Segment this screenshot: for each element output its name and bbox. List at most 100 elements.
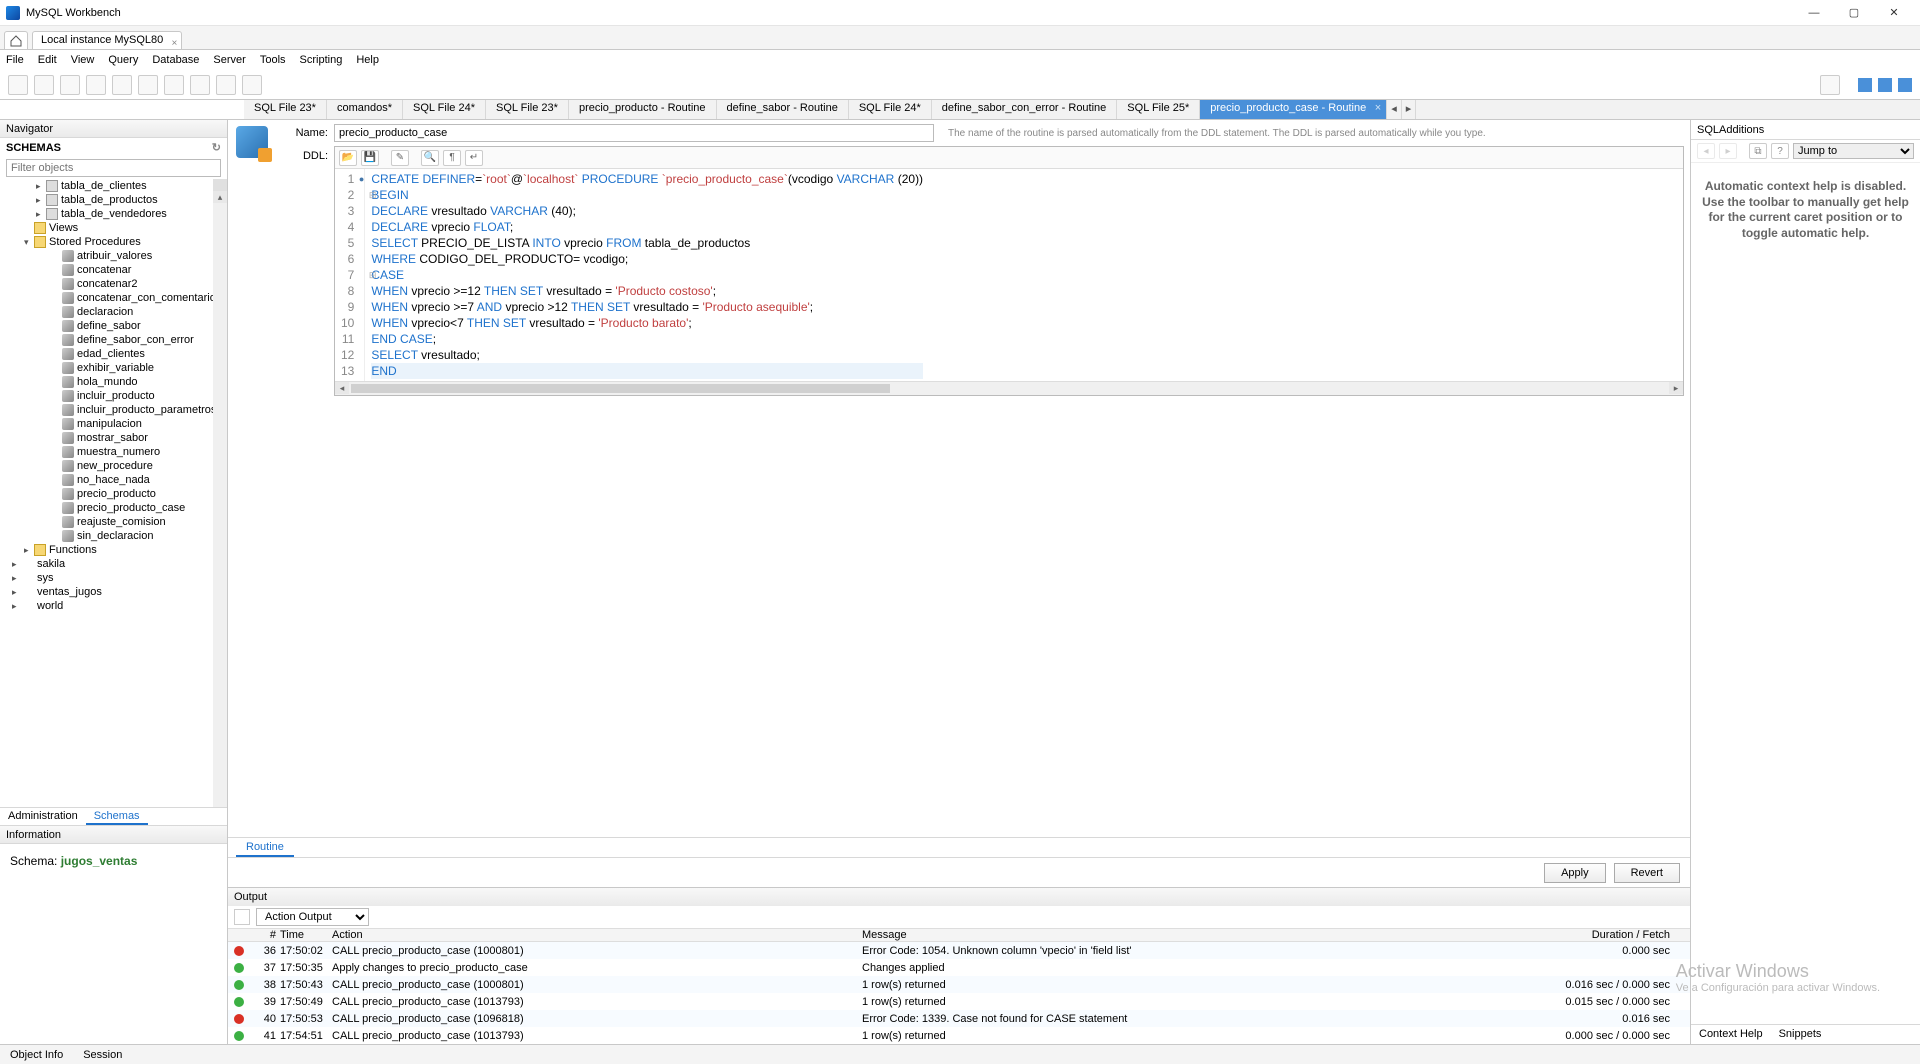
code-line[interactable]: BEGIN (371, 187, 923, 203)
tree-procedure[interactable]: edad_clientes (2, 347, 227, 361)
apply-button[interactable]: Apply (1544, 863, 1606, 883)
wrap-icon[interactable]: ↵ (465, 150, 483, 166)
invisible-chars-icon[interactable]: ¶ (443, 150, 461, 166)
editor-tab[interactable]: SQL File 23* (244, 100, 327, 119)
tree-procedure[interactable]: concatenar (2, 263, 227, 277)
minimize-button[interactable]: — (1794, 0, 1834, 26)
tree-procedure[interactable]: muestra_numero (2, 445, 227, 459)
tree-schema[interactable]: ▸sakila (2, 557, 227, 571)
menu-scripting[interactable]: Scripting (300, 54, 343, 66)
output-row[interactable]: 40 17:50:53 CALL precio_producto_case (1… (228, 1010, 1690, 1027)
reconnect-button[interactable] (242, 75, 262, 95)
open-file-icon[interactable]: 📂 (339, 150, 357, 166)
tree-procedure[interactable]: atribuir_valores (2, 249, 227, 263)
output-row[interactable]: 41 17:54:51 CALL precio_producto_case (1… (228, 1027, 1690, 1044)
create-table-button[interactable] (112, 75, 132, 95)
menu-edit[interactable]: Edit (38, 54, 57, 66)
tab-session[interactable]: Session (73, 1049, 132, 1061)
tab-nav-arrow[interactable]: ◂ (1387, 100, 1402, 119)
code-line[interactable]: DECLARE vprecio FLOAT; (371, 219, 923, 235)
code-line[interactable]: END CASE; (371, 331, 923, 347)
code-line[interactable]: CASE (371, 267, 923, 283)
tree-procedure[interactable]: define_sabor_con_error (2, 333, 227, 347)
output-row[interactable]: 38 17:50:43 CALL precio_producto_case (1… (228, 976, 1690, 993)
editor-tab[interactable]: comandos* (327, 100, 403, 119)
tree-procedure[interactable]: sin_declaracion (2, 529, 227, 543)
code-line[interactable]: WHEN vprecio >=7 AND vprecio >12 THEN SE… (371, 299, 923, 315)
tab-routine[interactable]: Routine (236, 839, 294, 857)
nav-back-icon[interactable]: ◂ (1697, 143, 1715, 159)
tab-administration[interactable]: Administration (0, 808, 86, 825)
output-type-select[interactable]: Action Output (256, 908, 369, 926)
tree-procedure[interactable]: hola_mundo (2, 375, 227, 389)
code-line[interactable]: END (371, 363, 923, 379)
create-function-button[interactable] (190, 75, 210, 95)
editor-tab[interactable]: precio_producto_case - Routine× (1200, 100, 1387, 119)
editor-tab[interactable]: SQL File 24* (849, 100, 932, 119)
routine-name-input[interactable] (334, 124, 934, 142)
close-button[interactable]: ✕ (1874, 0, 1914, 26)
inspector-button[interactable] (60, 75, 80, 95)
tree-procedure[interactable]: concatenar_con_comentarios (2, 291, 227, 305)
editor-tab[interactable]: SQL File 25* (1117, 100, 1200, 119)
menu-database[interactable]: Database (152, 54, 199, 66)
connection-tab[interactable]: Local instance MySQL80 × (32, 31, 182, 49)
tree-schema[interactable]: ▸sys (2, 571, 227, 585)
editor-tab[interactable]: precio_producto - Routine (569, 100, 717, 119)
help-icon[interactable]: ? (1771, 143, 1789, 159)
tree-stored-procedures[interactable]: ▾Stored Procedures (2, 235, 227, 249)
tab-schemas[interactable]: Schemas (86, 808, 148, 825)
tree-procedure[interactable]: mostrar_sabor (2, 431, 227, 445)
tree-table[interactable]: ▸tabla_de_clientes (2, 179, 227, 193)
close-icon[interactable]: × (171, 35, 177, 52)
beautify-icon[interactable]: ✎ (391, 150, 409, 166)
tree-table[interactable]: ▸tabla_de_productos (2, 193, 227, 207)
code-line[interactable]: DECLARE vresultado VARCHAR (40); (371, 203, 923, 219)
maximize-button[interactable]: ▢ (1834, 0, 1874, 26)
menu-file[interactable]: File (6, 54, 24, 66)
tree-views[interactable]: Views (2, 221, 227, 235)
save-file-icon[interactable]: 💾 (361, 150, 379, 166)
create-procedure-button[interactable] (164, 75, 184, 95)
toggle-left-panel[interactable] (1858, 78, 1872, 92)
tree-procedure[interactable]: precio_producto_case (2, 501, 227, 515)
output-row[interactable]: 39 17:50:49 CALL precio_producto_case (1… (228, 993, 1690, 1010)
editor-tab[interactable]: define_sabor - Routine (717, 100, 849, 119)
search-table-data-button[interactable] (216, 75, 236, 95)
tree-procedure[interactable]: new_procedure (2, 459, 227, 473)
tree-procedure[interactable]: precio_producto (2, 487, 227, 501)
home-tab[interactable] (4, 31, 28, 49)
revert-button[interactable]: Revert (1614, 863, 1680, 883)
tree-schema[interactable]: ▸world (2, 599, 227, 613)
tree-procedure[interactable]: exhibir_variable (2, 361, 227, 375)
find-icon[interactable]: 🔍 (421, 150, 439, 166)
close-icon[interactable]: × (1375, 102, 1381, 114)
tree-procedure[interactable]: incluir_producto_parametros (2, 403, 227, 417)
filter-input[interactable] (6, 159, 221, 177)
editor-tab[interactable]: SQL File 24* (403, 100, 486, 119)
menu-view[interactable]: View (71, 54, 95, 66)
code-editor[interactable]: 12345678910111213 CREATE DEFINER=`root`@… (335, 169, 1683, 381)
tree-procedure[interactable]: incluir_producto (2, 389, 227, 403)
copy-icon[interactable]: ⧉ (1749, 143, 1767, 159)
create-schema-button[interactable] (86, 75, 106, 95)
tab-nav-arrow[interactable]: ▸ (1402, 100, 1417, 119)
code-line[interactable]: WHEN vprecio >=12 THEN SET vresultado = … (371, 283, 923, 299)
tree-procedure[interactable]: no_hace_nada (2, 473, 227, 487)
tree-schema[interactable]: ▸ventas_jugos (2, 585, 227, 599)
editor-tab[interactable]: SQL File 23* (486, 100, 569, 119)
editor-hscroll[interactable]: ◂ ▸ (335, 381, 1683, 395)
toggle-secondary-sidebar-button[interactable] (1820, 75, 1840, 95)
tree-functions[interactable]: ▸Functions (2, 543, 227, 557)
nav-fwd-icon[interactable]: ▸ (1719, 143, 1737, 159)
menu-help[interactable]: Help (356, 54, 379, 66)
output-row[interactable]: 37 17:50:35 Apply changes to precio_prod… (228, 959, 1690, 976)
code-line[interactable]: SELECT vresultado; (371, 347, 923, 363)
editor-tab[interactable]: define_sabor_con_error - Routine (932, 100, 1118, 119)
tab-context-help[interactable]: Context Help (1691, 1025, 1771, 1044)
menu-server[interactable]: Server (213, 54, 245, 66)
refresh-icon[interactable]: ↻ (212, 141, 221, 154)
create-view-button[interactable] (138, 75, 158, 95)
new-sql-tab-button[interactable] (8, 75, 28, 95)
open-sql-button[interactable] (34, 75, 54, 95)
